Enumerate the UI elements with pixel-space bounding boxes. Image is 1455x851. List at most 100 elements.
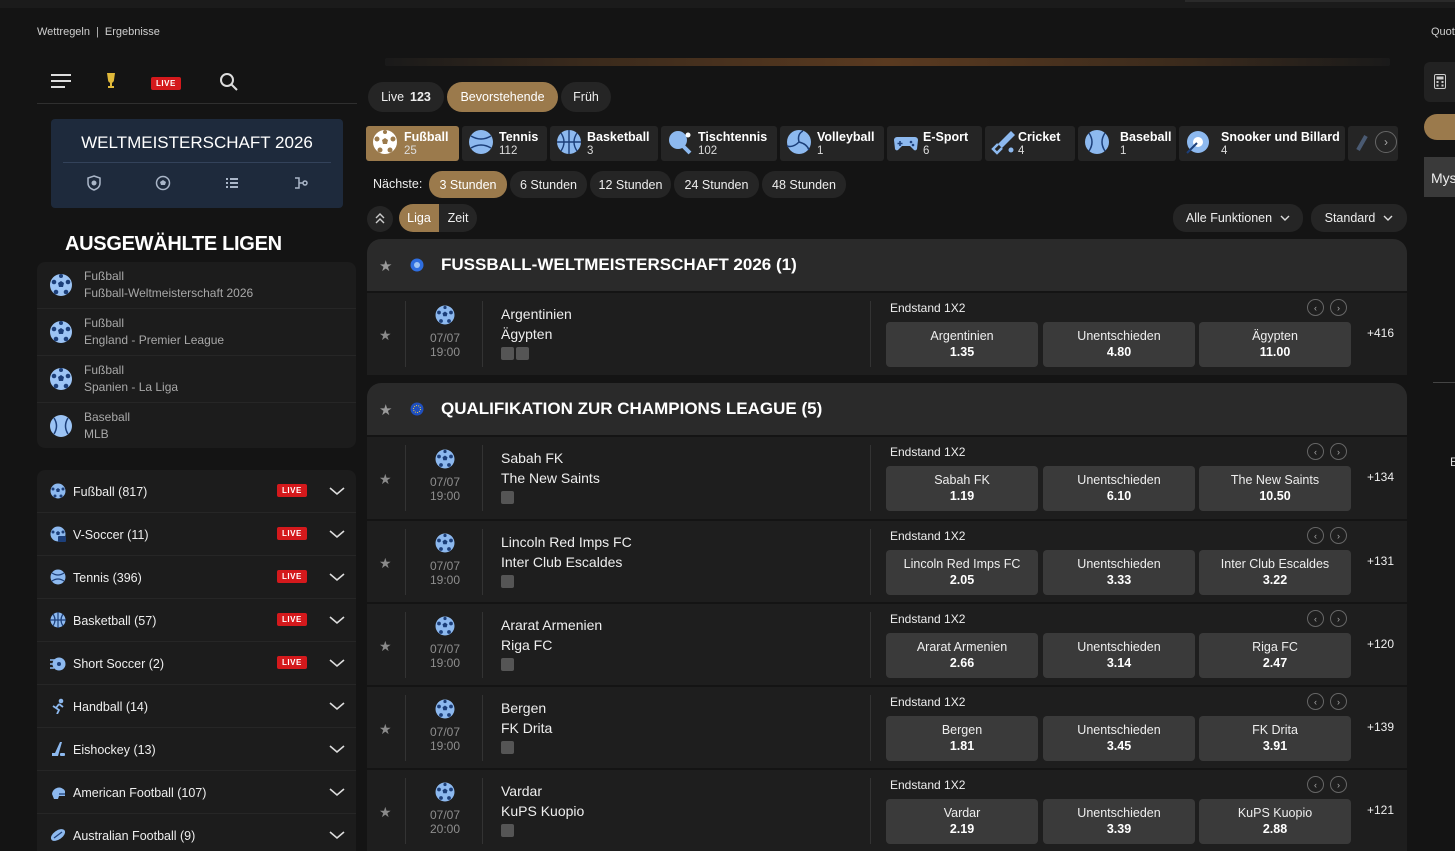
filter-6h[interactable]: 6 Stunden: [510, 171, 587, 198]
collapse-all-button[interactable]: [367, 206, 393, 232]
sport-item-american-football[interactable]: American Football (107): [37, 771, 356, 814]
league-item-la-liga[interactable]: Fußball Spanien - La Liga: [37, 356, 356, 403]
sport-item-australian-football[interactable]: Australian Football (9): [37, 814, 356, 851]
chevron-down-icon[interactable]: [329, 570, 345, 585]
star-icon[interactable]: ★: [379, 804, 392, 821]
home-team[interactable]: Ararat Armenien: [501, 617, 602, 633]
category-tennis[interactable]: Tennis 112: [462, 126, 547, 161]
odds-button-home[interactable]: Sabah FK 1.19: [886, 466, 1038, 511]
odds-button-away[interactable]: The New Saints 10.50: [1199, 466, 1351, 511]
shield-icon[interactable]: [86, 175, 102, 194]
filter-3h[interactable]: 3 Stunden: [429, 171, 507, 198]
category-basketball[interactable]: Basketball 3: [550, 126, 658, 161]
more-markets-link[interactable]: +131: [1367, 554, 1394, 568]
market-next-arrow[interactable]: ›: [1330, 610, 1347, 627]
market-prev-arrow[interactable]: ‹: [1307, 693, 1324, 710]
odds-button-draw[interactable]: Unentschieden 4.80: [1043, 322, 1195, 367]
league-item-premier-league[interactable]: Fußball England - Premier League: [37, 309, 356, 356]
bracket-icon[interactable]: [293, 175, 309, 194]
ergebnisse-link[interactable]: Ergebnisse: [105, 26, 160, 38]
category-volleyball[interactable]: Volleyball 1: [780, 126, 884, 161]
away-team[interactable]: Ägypten: [501, 326, 552, 342]
star-icon[interactable]: ★: [379, 327, 392, 344]
away-team[interactable]: FK Drita: [501, 720, 552, 736]
sport-item-tennis[interactable]: Tennis (396) LIVE: [37, 556, 356, 599]
chevron-down-icon[interactable]: [329, 785, 345, 800]
odds-button-draw[interactable]: Unentschieden 3.33: [1043, 550, 1195, 595]
betslip-toggle[interactable]: [1424, 114, 1455, 140]
more-markets-link[interactable]: +139: [1367, 720, 1394, 734]
odds-button-draw[interactable]: Unentschieden 3.14: [1043, 633, 1195, 678]
football-icon[interactable]: [155, 175, 171, 194]
sport-item-handball[interactable]: Handball (14): [37, 685, 356, 728]
more-markets-link[interactable]: +120: [1367, 637, 1394, 651]
odds-button-draw[interactable]: Unentschieden 6.10: [1043, 466, 1195, 511]
sport-item-short-soccer[interactable]: Short Soccer (2) LIVE: [37, 642, 356, 685]
star-icon[interactable]: ★: [379, 471, 392, 488]
market-next-arrow[interactable]: ›: [1330, 527, 1347, 544]
home-team[interactable]: Lincoln Red Imps FC: [501, 534, 632, 550]
category-tischtennis[interactable]: Tischtennis 102: [661, 126, 777, 161]
odds-button-away[interactable]: KuPS Kuopio 2.88: [1199, 799, 1351, 844]
odds-button-away[interactable]: FK Drita 3.91: [1199, 716, 1351, 761]
chevron-down-icon[interactable]: [329, 699, 345, 714]
wettregeln-link[interactable]: Wettregeln: [37, 26, 90, 38]
tab-early[interactable]: Früh: [561, 82, 611, 112]
star-icon[interactable]: ★: [379, 257, 392, 275]
market-next-arrow[interactable]: ›: [1330, 776, 1347, 793]
sort-liga[interactable]: Liga: [399, 204, 439, 232]
home-team[interactable]: Argentinien: [501, 306, 572, 322]
league-item-wm-2026[interactable]: Fußball Fußball-Weltmeisterschaft 2026: [37, 262, 356, 309]
match-row[interactable]: ★ 07/07 20:00 Vardar KuPS Kuopio Endstand…: [367, 769, 1407, 851]
odds-button-away[interactable]: Riga FC 2.47: [1199, 633, 1351, 678]
odds-button-draw[interactable]: Unentschieden 3.39: [1043, 799, 1195, 844]
star-icon[interactable]: ★: [379, 638, 392, 655]
filter-12h[interactable]: 12 Stunden: [590, 171, 671, 198]
market-next-arrow[interactable]: ›: [1330, 299, 1347, 316]
section-header-cl-qualification[interactable]: ★ QUALIFIKATION ZUR CHAMPIONS LEAGUE (5): [367, 383, 1407, 435]
filter-48h[interactable]: 48 Stunden: [762, 171, 846, 198]
away-team[interactable]: Inter Club Escaldes: [501, 554, 622, 570]
chevron-down-icon[interactable]: [329, 527, 345, 542]
sport-item-v-soccer[interactable]: V-Soccer (11) LIVE: [37, 513, 356, 556]
search-icon[interactable]: [219, 72, 238, 94]
sort-zeit[interactable]: Zeit: [439, 204, 477, 232]
odds-format-label[interactable]: Quot: [1431, 26, 1455, 38]
sport-item-basketball[interactable]: Basketball (57) LIVE: [37, 599, 356, 642]
category-e-sport[interactable]: E-Sport 6: [887, 126, 982, 161]
live-badge[interactable]: LIVE: [151, 74, 181, 90]
filter-24h[interactable]: 24 Stunden: [674, 171, 759, 198]
market-next-arrow[interactable]: ›: [1330, 693, 1347, 710]
featured-wm-card[interactable]: WELTMEISTERSCHAFT 2026: [51, 119, 343, 208]
odds-button-home[interactable]: Vardar 2.19: [886, 799, 1038, 844]
match-row[interactable]: ★ 07/07 19:00 Bergen FK Drita Endstand 1X…: [367, 686, 1407, 768]
league-item-mlb[interactable]: Baseball MLB: [37, 403, 356, 448]
home-team[interactable]: Vardar: [501, 783, 542, 799]
chevron-down-icon[interactable]: [329, 828, 345, 843]
section-header-wm[interactable]: ★ FUSSBALL-WELTMEISTERSCHAFT 2026 (1): [367, 239, 1407, 291]
chevron-down-icon[interactable]: [329, 742, 345, 757]
chevron-down-icon[interactable]: [329, 656, 345, 671]
away-team[interactable]: The New Saints: [501, 470, 600, 486]
category-cricket[interactable]: Cricket 4: [985, 126, 1075, 161]
more-markets-link[interactable]: +416: [1367, 326, 1394, 340]
category-fussball[interactable]: Fußball 25: [366, 126, 459, 161]
odds-button-home[interactable]: Argentinien 1.35: [886, 322, 1038, 367]
more-markets-link[interactable]: +121: [1367, 803, 1394, 817]
away-team[interactable]: Riga FC: [501, 637, 552, 653]
home-team[interactable]: Bergen: [501, 700, 546, 716]
odds-button-home[interactable]: Ararat Armenien 2.66: [886, 633, 1038, 678]
list-icon[interactable]: [224, 175, 240, 194]
star-icon[interactable]: ★: [379, 721, 392, 738]
market-prev-arrow[interactable]: ‹: [1307, 299, 1324, 316]
market-prev-arrow[interactable]: ‹: [1307, 443, 1324, 460]
home-team[interactable]: Sabah FK: [501, 450, 563, 466]
odds-button-home[interactable]: Bergen 1.81: [886, 716, 1038, 761]
star-icon[interactable]: ★: [379, 401, 392, 419]
market-prev-arrow[interactable]: ‹: [1307, 776, 1324, 793]
betslip-tab[interactable]: [1424, 62, 1455, 102]
market-next-arrow[interactable]: ›: [1330, 443, 1347, 460]
match-row[interactable]: ★ 07/07 19:00 Argentinien Ägypten Endstan…: [367, 293, 1407, 375]
category-snooker[interactable]: Snooker und Billard 4: [1179, 126, 1345, 161]
market-prev-arrow[interactable]: ‹: [1307, 610, 1324, 627]
